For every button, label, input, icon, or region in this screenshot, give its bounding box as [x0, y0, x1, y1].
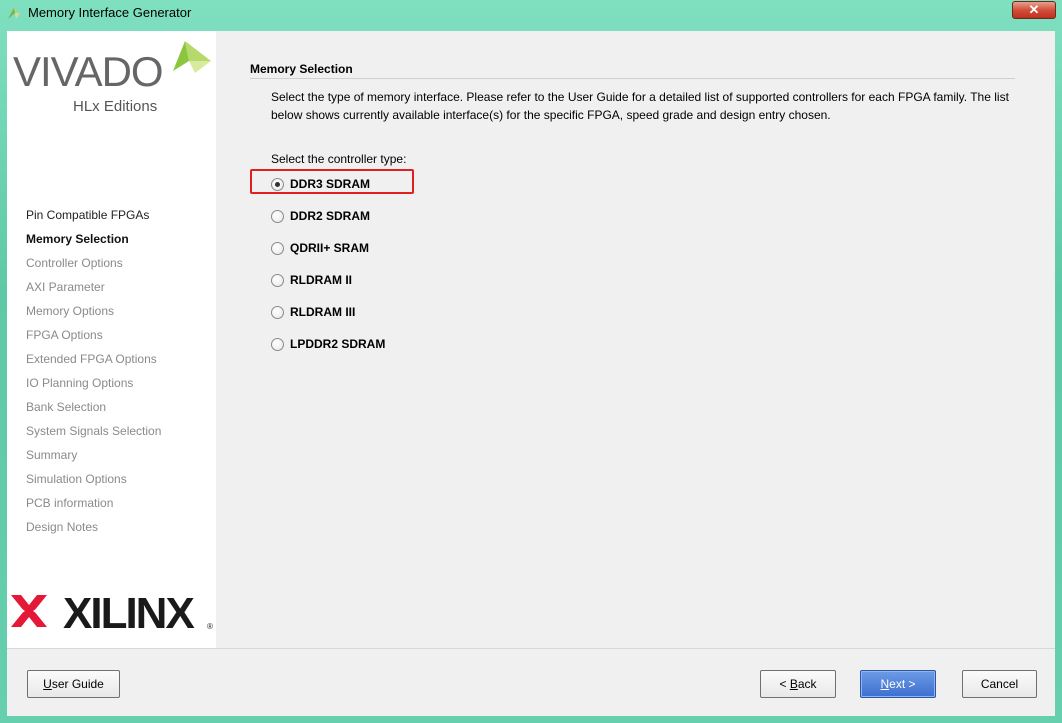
title-bar[interactable]: Memory Interface Generator ✕ — [0, 0, 1062, 26]
vivado-app-icon — [8, 8, 20, 19]
step-fpga-options: FPGA Options — [26, 328, 103, 342]
step-summary: Summary — [26, 448, 78, 462]
option-rldram-ii[interactable]: RLDRAM II — [271, 272, 385, 304]
dialog-client-area: VIVADO HLx Editions Pin Compatible FPGAs… — [7, 31, 1055, 716]
window-frame: Memory Interface Generator ✕ VIVADO HLx … — [0, 0, 1062, 723]
option-label[interactable]: QDRII+ SRAM — [290, 240, 369, 257]
option-label[interactable]: LPDDR2 SDRAM — [290, 336, 385, 353]
footer-divider — [7, 648, 1055, 649]
step-pcb-information: PCB information — [26, 496, 114, 510]
option-rldram-iii[interactable]: RLDRAM III — [271, 304, 385, 336]
radio-rldram-ii[interactable] — [271, 274, 284, 287]
option-label[interactable]: RLDRAM III — [290, 304, 355, 321]
option-label[interactable]: DDR2 SDRAM — [290, 208, 370, 225]
vivado-logo: VIVADO HLx Editions — [13, 41, 211, 115]
step-extended-fpga-options: Extended FPGA Options — [26, 352, 157, 366]
controller-type-label: Select the controller type: — [271, 152, 407, 166]
close-icon: ✕ — [1028, 2, 1040, 17]
radio-ddr3-sdram[interactable] — [271, 178, 284, 191]
sidebar: VIVADO HLx Editions Pin Compatible FPGAs… — [7, 31, 216, 648]
step-axi-parameter: AXI Parameter — [26, 280, 105, 294]
option-lpddr2-sdram[interactable]: LPDDR2 SDRAM — [271, 336, 385, 368]
step-memory-options: Memory Options — [26, 304, 115, 318]
radio-rldram-iii[interactable] — [271, 306, 284, 319]
window-title: Memory Interface Generator — [28, 5, 192, 20]
next-button[interactable]: Next > — [860, 670, 936, 698]
main-panel: Memory Selection Select the type of memo… — [216, 31, 1055, 648]
section-title: Memory Selection — [250, 62, 353, 76]
radio-lpddr2-sdram[interactable] — [271, 338, 284, 351]
svg-text:®: ® — [207, 622, 213, 631]
back-button[interactable]: < Back — [760, 670, 836, 698]
option-ddr3-sdram[interactable]: DDR3 SDRAM — [250, 169, 414, 208]
wizard-step-list: Pin Compatible FPGAs Memory Selection Co… — [26, 207, 161, 543]
logo-wordmark: XILINX — [63, 589, 194, 638]
option-ddr2-sdram[interactable]: DDR2 SDRAM — [271, 208, 385, 240]
step-pin-compatible-fpgas[interactable]: Pin Compatible FPGAs — [26, 207, 161, 231]
close-button[interactable]: ✕ — [1012, 1, 1056, 19]
xilinx-logo: XILINX ® — [11, 589, 213, 638]
radio-ddr2-sdram[interactable] — [271, 210, 284, 223]
step-design-notes: Design Notes — [26, 520, 99, 534]
logo-wordmark: VIVADO — [13, 48, 163, 95]
step-bank-selection: Bank Selection — [26, 400, 107, 414]
logo-subtitle: HLx Editions — [73, 98, 157, 115]
step-simulation-options: Simulation Options — [26, 472, 127, 486]
radio-qdrii-plus-sram[interactable] — [271, 242, 284, 255]
controller-type-radio-group: DDR3 SDRAM DDR2 SDRAM QDRII+ SRAM RLDRAM… — [250, 169, 414, 368]
cancel-button[interactable]: Cancel — [962, 670, 1037, 698]
option-label[interactable]: RLDRAM II — [290, 272, 352, 289]
description-text: Select the type of memory interface. Ple… — [271, 90, 1009, 122]
step-controller-options: Controller Options — [26, 256, 123, 270]
section-divider — [250, 78, 1015, 79]
option-qdrii-plus-sram[interactable]: QDRII+ SRAM — [271, 240, 385, 272]
user-guide-button[interactable]: User Guide — [27, 670, 120, 698]
step-memory-selection[interactable]: Memory Selection — [26, 231, 161, 255]
step-system-signals-selection: System Signals Selection — [26, 424, 162, 438]
step-io-planning-options: IO Planning Options — [26, 376, 134, 390]
